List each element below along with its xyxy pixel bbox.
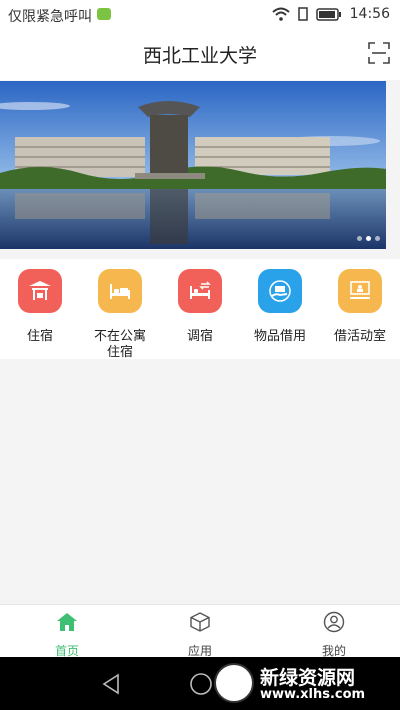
carousel-dots[interactable] [357,236,380,241]
carousel-dot[interactable] [366,236,371,241]
scan-icon[interactable] [368,42,390,64]
feature-not-in-apartment[interactable]: 不在公寓 住宿 [80,269,160,361]
status-icons: 14:56 [271,6,390,22]
carrier-text: 仅限紧急呼叫 [8,9,92,25]
feature-grid: 住宿 不在公寓 住宿 调宿 物品借用 借活动室 [0,259,400,361]
feature-lodging[interactable]: 住宿 [0,269,80,345]
message-badge-icon [97,8,111,20]
watermark-logo [214,663,254,703]
home-icon [57,613,77,631]
wifi-icon [271,7,290,21]
feature-label: 调宿 [186,329,213,344]
watermark-url: www.xlhs.com [260,687,366,702]
feature-item-borrow[interactable]: 物品借用 [240,269,320,345]
room-borrow-icon [338,269,382,313]
bottom-tab-bar: 首页 应用 我的 [0,604,400,658]
feature-room-change[interactable]: 调宿 [160,269,240,345]
app-header: 西北工业大学 [0,28,400,80]
clock: 14:56 [349,6,390,22]
profile-icon [323,611,345,633]
tab-apps[interactable]: 应用 [160,611,240,659]
feature-label: 住宿 [26,329,53,344]
feature-label: 不在公寓 住宿 [93,329,146,360]
feature-label: 物品借用 [253,329,306,344]
lodging-icon [18,269,62,313]
carousel-dot[interactable] [375,236,380,241]
apps-box-icon [190,612,210,632]
feature-room-borrow[interactable]: 借活动室 [320,269,400,345]
bed-swap-icon [178,269,222,313]
watermark: 新绿资源网 www.xlhs.com [210,661,396,705]
watermark-brand: 新绿资源网 [260,667,356,689]
bed-off-icon [98,269,142,313]
battery-icon [315,7,341,21]
status-bar: 仅限紧急呼叫 14:56 [0,0,400,28]
back-nav-icon[interactable] [101,673,121,695]
banner-carousel[interactable] [0,81,386,249]
feature-label: 借活动室 [333,329,386,344]
sim-icon [297,7,308,21]
page-title: 西北工业大学 [142,45,257,67]
section-divider [0,249,400,259]
item-borrow-icon [258,269,302,313]
carousel-dot[interactable] [357,236,362,241]
tab-profile[interactable]: 我的 [294,611,374,659]
tab-home[interactable]: 首页 [27,611,107,659]
campus-photo [0,81,386,249]
